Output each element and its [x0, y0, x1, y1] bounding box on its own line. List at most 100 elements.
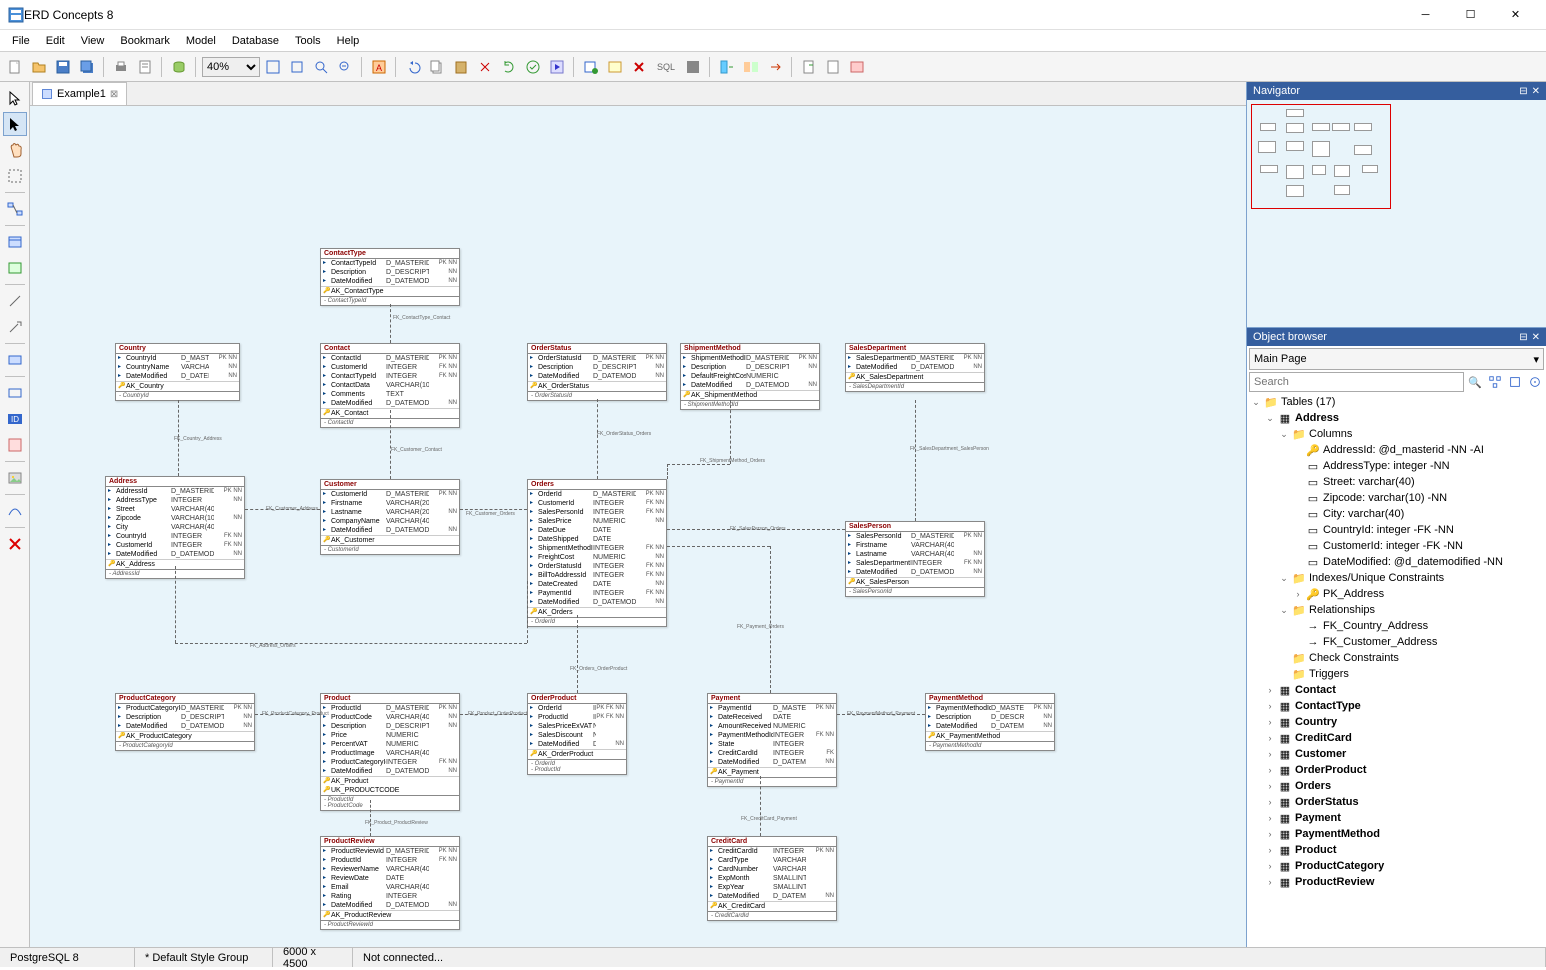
tree-twisty[interactable]: › — [1263, 813, 1277, 823]
minimize-button[interactable]: ─ — [1403, 0, 1448, 29]
tree-twisty[interactable]: › — [1263, 685, 1277, 695]
entity-salesperson[interactable]: SalesPerson▸SalesPersonIdD_MASTERIDPK NN… — [845, 521, 985, 597]
tree-row[interactable]: ⌄ ▦ Address — [1249, 410, 1544, 426]
arrow-tool[interactable] — [3, 315, 27, 339]
tree-row[interactable]: › ▦ CreditCard — [1249, 730, 1544, 746]
tree-row[interactable]: → FK_Customer_Address — [1249, 634, 1544, 650]
validate-button[interactable] — [522, 56, 544, 78]
zoomin-button[interactable] — [310, 56, 332, 78]
diagram-canvas[interactable]: ContactType▸ContactTypeIdD_MASTERIDPK NN… — [30, 106, 1246, 947]
tree-row[interactable]: 📁 Check Constraints — [1249, 650, 1544, 666]
locate-icon[interactable] — [1526, 373, 1544, 391]
entity-country[interactable]: Country▸CountryIdD_MASTERIDPK NN▸Country… — [115, 343, 240, 401]
tree-row[interactable]: ▭ DateModified: @d_datemodified -NN — [1249, 554, 1544, 570]
tree-twisty[interactable]: › — [1263, 749, 1277, 759]
saveall-button[interactable] — [76, 56, 98, 78]
delete-tool[interactable] — [3, 532, 27, 556]
tree-twisty[interactable]: › — [1263, 765, 1277, 775]
tree-twisty[interactable]: ⌄ — [1249, 397, 1263, 408]
collapse-tree-icon[interactable] — [1506, 373, 1524, 391]
refresh-button[interactable] — [498, 56, 520, 78]
tree-row[interactable]: ▭ City: varchar(40) — [1249, 506, 1544, 522]
object-tree[interactable]: ⌄ 📁 Tables (17) ⌄ ▦ Address ⌄ 📁 Columns … — [1247, 392, 1546, 947]
menu-database[interactable]: Database — [224, 33, 287, 49]
pointer-tool[interactable] — [3, 86, 27, 110]
tab-example1[interactable]: Example1 ⊠ — [32, 82, 127, 105]
edittable-button[interactable] — [604, 56, 626, 78]
copy-button[interactable] — [426, 56, 448, 78]
view-tool[interactable] — [3, 256, 27, 280]
tree-row[interactable]: › ▦ Customer — [1249, 746, 1544, 762]
menu-view[interactable]: View — [73, 33, 113, 49]
page-setup-button[interactable] — [134, 56, 156, 78]
search-icon[interactable]: 🔍 — [1466, 373, 1484, 391]
tab-close-icon[interactable]: ⊠ — [110, 89, 118, 100]
run-button[interactable] — [546, 56, 568, 78]
menu-edit[interactable]: Edit — [38, 33, 73, 49]
search-input[interactable] — [1249, 372, 1464, 392]
tree-row[interactable]: › ▦ Product — [1249, 842, 1544, 858]
image-tool[interactable] — [3, 466, 27, 490]
tree-row[interactable]: › ▦ OrderProduct — [1249, 762, 1544, 778]
menu-file[interactable]: File — [4, 33, 38, 49]
entity-orders[interactable]: Orders▸OrderIdD_MASTERIDPK NN▸CustomerId… — [527, 479, 667, 627]
tree-twisty[interactable]: ⌄ — [1277, 605, 1291, 616]
tree-row[interactable]: ⌄ 📁 Indexes/Unique Constraints — [1249, 570, 1544, 586]
tree-row[interactable]: › ▦ Contact — [1249, 682, 1544, 698]
open-button[interactable] — [28, 56, 50, 78]
tree-row[interactable]: › 🔑 PK_Address — [1249, 586, 1544, 602]
relation-tool[interactable] — [3, 197, 27, 221]
tree-twisty[interactable]: › — [1263, 701, 1277, 711]
tree-row[interactable]: › ▦ Country — [1249, 714, 1544, 730]
tree-twisty[interactable]: › — [1263, 733, 1277, 743]
entity-contact[interactable]: Contact▸ContactIdD_MASTERIDPK NN▸Custome… — [320, 343, 460, 428]
tree-row[interactable]: ▭ CountryId: integer -FK -NN — [1249, 522, 1544, 538]
paste-button[interactable] — [450, 56, 472, 78]
expand-tree-icon[interactable] — [1486, 373, 1504, 391]
tree-twisty[interactable]: › — [1263, 717, 1277, 727]
menu-bookmark[interactable]: Bookmark — [112, 33, 178, 49]
autolayout-button[interactable]: A — [368, 56, 390, 78]
entity-paymentmethod[interactable]: PaymentMethod▸PaymentMethodIdD_MASTERIDP… — [925, 693, 1055, 751]
tree-row[interactable]: 🔑 AddressId: @d_masterid -NN -AI — [1249, 442, 1544, 458]
entity-orderproduct[interactable]: OrderProduct▸OrderIdINTEGERPK FK NN▸Prod… — [527, 693, 627, 775]
navigator-viewport[interactable] — [1247, 100, 1546, 328]
tree-twisty[interactable]: › — [1263, 781, 1277, 791]
tree-row[interactable]: ▭ AddressType: integer -NN — [1249, 458, 1544, 474]
tree-row[interactable]: › ▦ OrderStatus — [1249, 794, 1544, 810]
entity-address[interactable]: Address▸AddressIdD_MASTERIDPK NN▸Address… — [105, 476, 245, 579]
tree-row[interactable]: ⌄ 📁 Relationships — [1249, 602, 1544, 618]
print-button[interactable] — [110, 56, 132, 78]
rect-tool[interactable] — [3, 381, 27, 405]
tree-row[interactable]: → FK_Country_Address — [1249, 618, 1544, 634]
export-button[interactable] — [798, 56, 820, 78]
table-tool[interactable] — [3, 230, 27, 254]
page-selector[interactable]: Main Page ▾ — [1249, 348, 1544, 370]
tree-twisty[interactable]: › — [1263, 845, 1277, 855]
tree-row[interactable]: ▭ CustomerId: integer -FK -NN — [1249, 538, 1544, 554]
menu-help[interactable]: Help — [329, 33, 368, 49]
menu-model[interactable]: Model — [178, 33, 224, 49]
grid-button[interactable] — [682, 56, 704, 78]
curve-tool[interactable] — [3, 499, 27, 523]
tree-row[interactable]: › ▦ Payment — [1249, 810, 1544, 826]
tree-twisty[interactable]: › — [1263, 877, 1277, 887]
entity-creditcard[interactable]: CreditCard▸CreditCardIdINTEGERPK NN▸Card… — [707, 836, 837, 921]
tree-row[interactable]: 📁 Triggers — [1249, 666, 1544, 682]
entity-customer[interactable]: Customer▸CustomerIdD_MASTERIDPK NN▸First… — [320, 479, 460, 555]
import-button[interactable] — [716, 56, 738, 78]
entity-contacttype[interactable]: ContactType▸ContactTypeIdD_MASTERIDPK NN… — [320, 248, 460, 306]
tree-twisty[interactable]: › — [1291, 589, 1305, 599]
tree-twisty[interactable]: › — [1263, 797, 1277, 807]
delete-button[interactable] — [628, 56, 650, 78]
pin-icon[interactable]: ⊟ — [1519, 332, 1527, 343]
sql-button[interactable]: SQL — [652, 56, 680, 78]
pan-tool[interactable] — [3, 138, 27, 162]
zoom-select[interactable]: 40% — [202, 57, 260, 77]
tree-row[interactable]: ⌄ 📁 Columns — [1249, 426, 1544, 442]
zoomout-button[interactable] — [334, 56, 356, 78]
save-button[interactable] — [52, 56, 74, 78]
entity-shipmentmethod[interactable]: ShipmentMethod▸ShipmentMethodIdD_MASTERI… — [680, 343, 820, 410]
reverse-eng-button[interactable] — [168, 56, 190, 78]
entity-payment[interactable]: Payment▸PaymentIdD_MASTERIDPK NN▸DateRec… — [707, 693, 837, 787]
